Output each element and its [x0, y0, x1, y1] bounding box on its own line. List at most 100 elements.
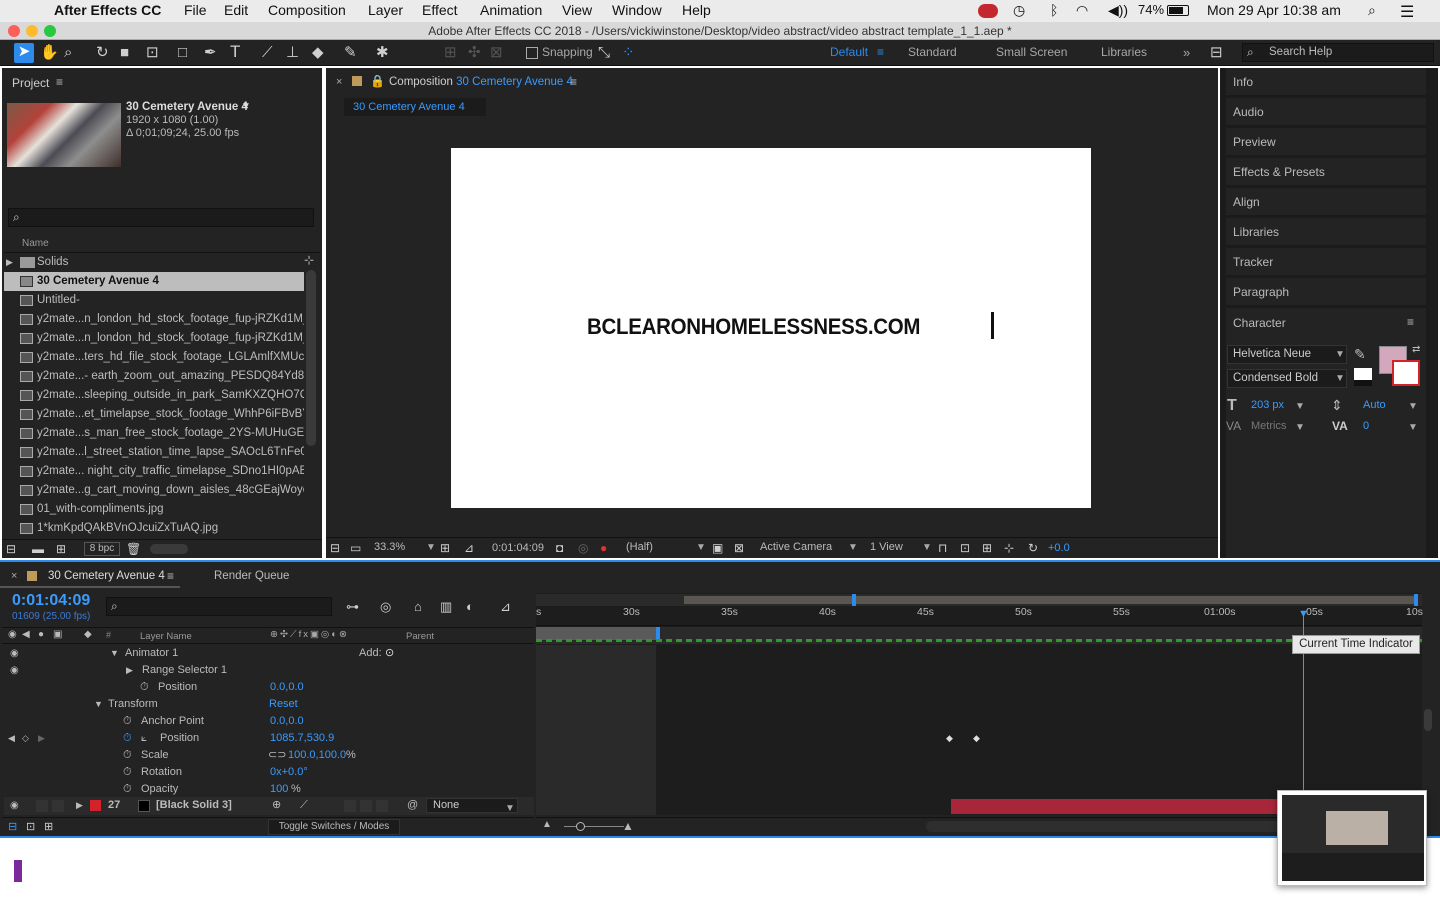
switches-header-icons[interactable]: ⊕✣⟋fx▣◎◐⊗ — [270, 629, 349, 640]
label-icon[interactable]: ◆ — [84, 629, 92, 640]
list-item[interactable]: y2mate... night_city_traffic_timelapse_S… — [4, 462, 304, 481]
project-panel-title[interactable]: Project — [12, 76, 49, 90]
add-property-icon[interactable]: ⊙ — [385, 645, 394, 662]
roto-brush-tool-icon[interactable]: ✎ — [344, 44, 357, 62]
tracking-value[interactable]: 0 — [1363, 420, 1369, 432]
current-time-indicator-icon[interactable]: ▼ — [1298, 608, 1309, 620]
chevron-down-icon[interactable]: ▼ — [1295, 422, 1305, 433]
menu-composition[interactable]: Composition — [268, 2, 346, 18]
toggle-pixel-aspect-icon[interactable]: ⊓ — [938, 539, 947, 557]
switch-box[interactable] — [344, 800, 356, 812]
region-of-interest-icon[interactable]: ▣ — [712, 539, 723, 557]
eye-icon[interactable]: ◉ — [10, 797, 19, 814]
draft-3d-icon[interactable]: ◎ — [380, 598, 391, 616]
timeline-timecode[interactable]: 0:01:04:09 — [12, 592, 90, 610]
rotate-tool-icon[interactable]: ↻ — [96, 44, 109, 62]
menu-effect[interactable]: Effect — [422, 2, 458, 18]
composition-tab[interactable]: 30 Cemetery Avenue 4 — [344, 98, 486, 116]
menu-layer[interactable]: Layer — [368, 2, 403, 18]
switch-box[interactable] — [376, 800, 388, 812]
leading-value[interactable]: Auto — [1363, 399, 1386, 411]
list-item[interactable]: y2mate...g_cart_moving_down_aisles_48cGE… — [4, 481, 304, 500]
solo-switch[interactable] — [52, 800, 64, 812]
property-row[interactable]: ⏱ Position 0.0,0.0 — [4, 679, 534, 696]
position-value[interactable]: 1085.7,530.9 — [270, 730, 334, 747]
align-view-axis-icon[interactable]: ⊠ — [490, 44, 503, 62]
list-item[interactable]: y2mate...n_london_hd_stock_footage_fup-j… — [4, 329, 304, 348]
work-area-bar[interactable] — [536, 627, 1422, 644]
layer-name[interactable]: [Black Solid 3] — [156, 797, 232, 814]
transform-row[interactable]: ▼ Transform Reset — [4, 696, 534, 713]
info-panel[interactable]: Info — [1226, 68, 1426, 96]
black-white-swatch[interactable] — [1354, 368, 1372, 386]
notification-center-icon[interactable]: ☰ — [1400, 2, 1414, 22]
render-queue-tab[interactable]: Render Queue — [214, 570, 289, 582]
interpret-footage-icon[interactable]: ⊟ — [6, 540, 16, 558]
shy-layers-icon[interactable]: ⌂ — [414, 598, 422, 616]
range-selector-row[interactable]: ◉ ▶ Range Selector 1 — [4, 662, 534, 679]
snap-edges-icon[interactable]: ⤡ — [598, 44, 610, 62]
toggle-switches-modes-button[interactable]: Toggle Switches / Modes — [268, 819, 400, 835]
clock[interactable]: Mon 29 Apr 10:38 am — [1207, 2, 1341, 18]
list-item[interactable]: y2mate...ters_hd_file_stock_footage_LGLA… — [4, 348, 304, 367]
keyframe-icon[interactable]: ◆ — [973, 733, 980, 744]
collapse-icon[interactable]: ▼ — [94, 696, 103, 713]
fit-icon[interactable]: ⊞ — [440, 539, 450, 557]
comp-mini-flowchart-icon[interactable]: ⊶ — [346, 598, 359, 616]
trash-icon[interactable]: 🗑 — [126, 540, 141, 558]
timeline-menu-icon[interactable]: ≡ — [167, 569, 174, 583]
chevron-down-icon[interactable]: ▼ — [922, 542, 932, 553]
navigator-range-bar[interactable] — [684, 596, 1418, 604]
comp-timecode[interactable]: 0:01:04:09 — [492, 542, 544, 554]
layer-row[interactable]: ◉ ▶ 27 [Black Solid 3] ⊕ ⟋ @ None ▼ — [4, 797, 534, 815]
collapse-icon[interactable]: ▼ — [110, 645, 119, 662]
pen-tool-icon[interactable]: ✒ — [204, 44, 217, 62]
character-panel-title[interactable]: Character — [1233, 316, 1286, 330]
lock-icon[interactable]: 🔒 — [370, 74, 385, 88]
parent-dropdown[interactable]: None ▼ — [426, 798, 518, 814]
paragraph-panel[interactable]: Paragraph — [1226, 278, 1426, 306]
snapshot-icon[interactable]: ◘ — [556, 539, 563, 557]
timeline-icon[interactable]: ⊞ — [982, 539, 992, 557]
resolution-dropdown[interactable]: (Half) — [626, 541, 653, 553]
rotation-value[interactable]: 0x+0.0° — [270, 764, 308, 781]
eye-icon[interactable]: ◉ — [8, 629, 17, 640]
stopwatch-icon[interactable]: ⏱ — [123, 781, 132, 798]
scroll-thumb[interactable] — [1424, 709, 1432, 731]
snap-features-icon[interactable]: ⁘ — [622, 44, 635, 62]
preview-panel[interactable]: Preview — [1226, 128, 1426, 156]
list-item[interactable]: 01_with-compliments.jpg — [4, 500, 304, 519]
brush-tool-icon[interactable]: ⟋ — [262, 44, 273, 62]
next-keyframe-icon[interactable]: ▶ — [38, 730, 45, 747]
add-keyframe-icon[interactable]: ◇ — [22, 730, 29, 747]
stroke-color-swatch[interactable] — [1392, 360, 1420, 386]
layer-name-header[interactable]: Layer Name — [140, 631, 192, 642]
anim-position-value[interactable]: 0.0,0.0 — [270, 679, 304, 696]
align-world-axis-icon[interactable]: ✣ — [468, 44, 481, 62]
anchor-point-value[interactable]: 0.0,0.0 — [270, 713, 304, 730]
chevron-down-icon[interactable]: ▼ — [696, 542, 706, 553]
transform-reset-link[interactable]: Reset — [269, 696, 298, 713]
volume-icon[interactable]: ◀)) — [1108, 2, 1128, 19]
frame-blending-icon[interactable]: ▥ — [440, 598, 452, 616]
timeline-comp-tab[interactable]: 30 Cemetery Avenue 4 — [48, 570, 165, 582]
time-ruler[interactable]: s 30s 35s 40s 45s 50s 55s 01:00s 05s 10s — [536, 606, 1423, 626]
keyframe-icon[interactable]: ◆ — [946, 733, 953, 744]
timeline-search-input[interactable]: ⌕ — [106, 597, 332, 616]
align-local-axis-icon[interactable]: ⊞ — [444, 44, 457, 62]
workspace-standard[interactable]: Standard — [908, 45, 957, 59]
stopwatch-icon[interactable]: ⏱ — [140, 679, 149, 696]
speaker-icon[interactable]: ◀ — [22, 629, 30, 640]
canvas-text[interactable]: BCLEARONHOMELESSNESS.COM — [587, 314, 920, 340]
list-item[interactable]: y2mate...et_timelapse_stock_footage_WhhP… — [4, 405, 304, 424]
solo-icon[interactable]: ● — [38, 629, 44, 640]
navigator-start-handle[interactable] — [852, 594, 856, 606]
more-workspaces-icon[interactable]: » — [1183, 45, 1190, 60]
search-help-field[interactable]: ⌕ Search Help — [1242, 43, 1434, 62]
constrain-proportions-icon[interactable]: ⊂⊃ — [268, 747, 286, 764]
fast-preview-icon[interactable]: ⊡ — [960, 539, 970, 557]
property-row[interactable]: ⏱ Scale ⊂⊃ 100.0,100.0 % — [4, 747, 534, 764]
chevron-down-icon[interactable]: ▼ — [848, 542, 858, 553]
list-item[interactable]: y2mate...- earth_zoom_out_amazing_PESDQ8… — [4, 367, 304, 386]
flowchart-icon[interactable]: ⊹ — [304, 253, 314, 267]
